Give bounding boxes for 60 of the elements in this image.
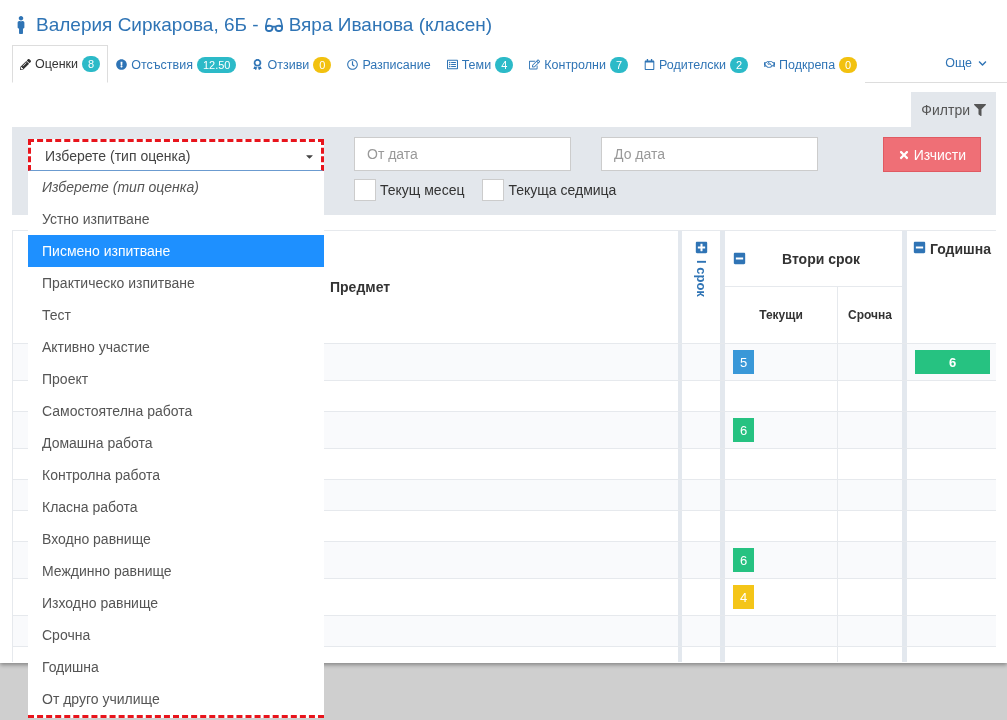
dropdown-option[interactable]: Годишна [28,651,324,683]
student-name: Валерия Сиркарова, 6Б - [36,13,259,36]
count-badge: 0 [313,56,332,73]
chevron-icon [978,58,987,68]
checkbox[interactable] [482,179,505,201]
clock-icon [347,59,359,70]
from-date-field[interactable]: От дата [354,137,571,171]
count-badge: 4 [495,56,514,73]
grade-badge: 6 [733,548,754,572]
more-menu[interactable]: Още [945,44,987,82]
dropdown-option[interactable]: Устно изпитване [28,203,324,235]
filter-icon [974,103,986,116]
dropdown-option[interactable]: Междинно равнище [28,555,324,587]
to-date-field[interactable]: До дата [601,137,818,171]
dropdown-option[interactable]: Практическо изпитване [28,267,324,299]
checkbox-label: Текуща седмица [508,182,617,198]
count-badge: 8 [82,56,101,72]
count-badge: 12.50 [196,56,237,73]
tab[interactable]: Оценки 8 [12,45,109,83]
grade-badge: 4 [733,585,754,609]
count-badge: 2 [729,56,749,73]
close-icon [897,148,910,161]
grade-type-select[interactable]: Изберете (тип оценка) [28,139,324,171]
column-header: Годишна [930,241,991,257]
column-header: Втори срок [782,250,861,267]
list-icon [446,59,458,70]
checkbox-label: Текущ месец [380,182,465,198]
dropdown-option[interactable]: От друго училище [28,683,324,715]
expand-icon[interactable] [694,241,708,254]
pencil-icon [20,58,31,70]
dropdown-option[interactable]: Контролна работа [28,459,324,491]
collapse-icon[interactable] [733,252,746,265]
ribbon-icon [252,59,264,70]
count-badge: 0 [839,56,858,73]
column-header: Текущи [759,308,803,322]
dropdown-option[interactable]: Изходно равнище [28,587,324,619]
glasses-icon [264,15,283,34]
edit-icon [529,59,541,70]
dropdown-option[interactable]: Входно равнище [28,523,324,555]
grade-badge: 6 [733,418,754,442]
dropdown-option[interactable]: Изберете (тип оценка) [28,171,324,203]
column-header: Предмет [330,279,391,295]
dropdown-option[interactable]: Активно участие [28,331,324,363]
column-header: I срок [693,260,709,297]
dropdown-option[interactable]: Домашна работа [28,427,324,459]
grade-badge: 6 [915,350,990,374]
teacher-name: Вяра Иванова (класен) [288,13,493,36]
collapse-icon[interactable] [913,241,926,254]
dropdown-option[interactable]: Тест [28,299,324,331]
dropdown-option[interactable]: Проект [28,363,324,395]
grade-badge: 5 [733,350,754,374]
filters-tab[interactable]: Филтри [911,92,996,127]
handshake-icon [764,59,776,70]
checkbox[interactable] [354,179,376,201]
column-header: Срочна [848,308,892,322]
dropdown-option[interactable]: Класна работа [28,491,324,523]
calendar-icon [644,59,656,70]
count-badge: 7 [609,56,629,73]
dropdown-option[interactable]: Срочна [28,619,324,651]
dropdown-option[interactable]: Самостоятелна работа [28,395,324,427]
